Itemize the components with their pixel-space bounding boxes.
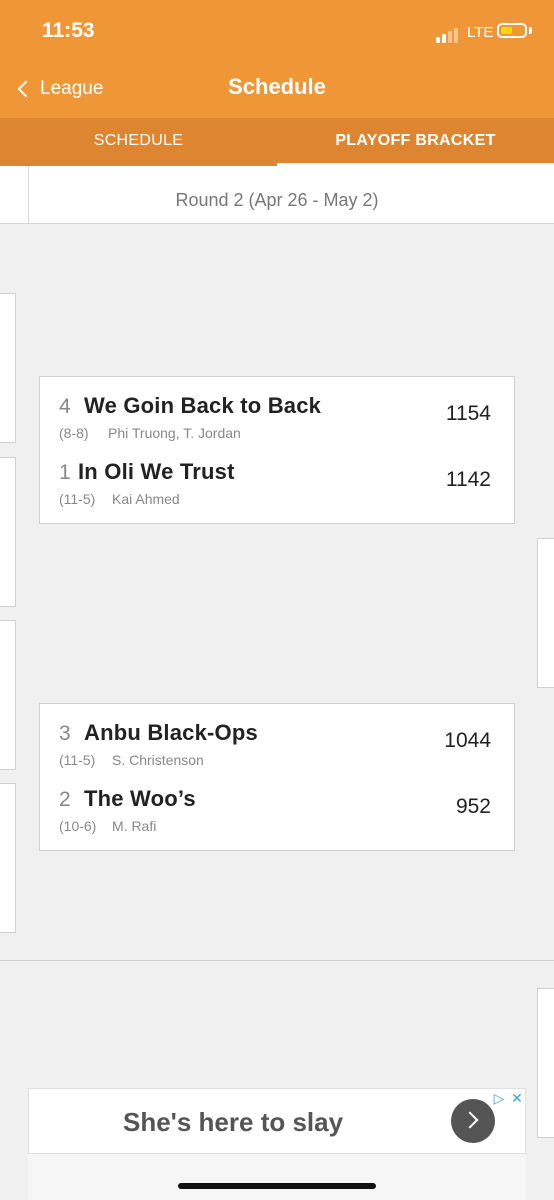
ad-banner[interactable]: She's here to slay: [28, 1088, 526, 1154]
tab-bar: SCHEDULE PLAYOFF BRACKET: [0, 118, 554, 166]
team-owner: Phi Truong, T. Jordan: [108, 425, 241, 441]
team-seed: 1: [59, 461, 71, 484]
team-seed: 3: [59, 722, 71, 745]
ad-text: She's here to slay: [123, 1107, 344, 1137]
team-score: 1044: [444, 729, 491, 752]
team-name: Anbu Black-Ops: [84, 720, 258, 745]
team-score: 952: [455, 795, 491, 818]
header-divider: [0, 223, 554, 224]
team-row: 2 The Woo’s (10-6) M. Rafi 952: [40, 786, 514, 852]
team-seed: 4: [59, 395, 71, 418]
matchup-card[interactable]: 4 We Goin Back to Back (8-8) Phi Truong,…: [39, 376, 515, 524]
team-record: (11-5): [59, 752, 96, 768]
page-title: Schedule: [228, 74, 326, 99]
matchup-card[interactable]: 3 Anbu Black-Ops (11-5) S. Christenson 1…: [39, 703, 515, 851]
team-name: In Oli We Trust: [78, 459, 235, 484]
next-round-card[interactable]: [537, 988, 554, 1138]
prev-round-card[interactable]: [0, 293, 16, 443]
ad-choices-icon[interactable]: ▷: [490, 1089, 508, 1107]
signal-icon: [436, 25, 464, 43]
round-header[interactable]: Round 2 (Apr 26 - May 2): [28, 166, 526, 223]
section-divider: [0, 960, 554, 961]
team-owner: S. Christenson: [112, 752, 204, 768]
team-name: We Goin Back to Back: [84, 393, 322, 418]
tab-schedule[interactable]: SCHEDULE: [0, 118, 277, 166]
tab-playoff-bracket[interactable]: PLAYOFF BRACKET: [277, 118, 554, 166]
team-score: 1142: [445, 468, 491, 491]
team-owner: Kai Ahmed: [112, 491, 180, 507]
battery-icon: [497, 23, 527, 38]
team-record: (10-6): [59, 818, 97, 834]
team-name: The Woo’s: [84, 786, 196, 811]
next-round-header: [525, 166, 554, 223]
network-label: LTE: [467, 24, 494, 41]
team-record: (8-8): [59, 425, 89, 441]
nav-bar: League Schedule: [0, 62, 554, 118]
ad-choices[interactable]: ▷ ✕: [490, 1089, 528, 1107]
team-seed: 2: [59, 788, 71, 811]
chevron-right-icon: [461, 1111, 479, 1129]
team-row: 4 We Goin Back to Back (8-8) Phi Truong,…: [40, 393, 514, 459]
prev-round-card[interactable]: [0, 620, 16, 770]
prev-round-header: [0, 166, 28, 223]
ad-footer: [28, 1154, 526, 1200]
next-round-card[interactable]: [537, 538, 554, 688]
ad-next-button[interactable]: [451, 1099, 495, 1143]
close-icon[interactable]: ✕: [508, 1089, 526, 1107]
team-row: 1 In Oli We Trust (11-5) Kai Ahmed 1142: [40, 459, 514, 525]
home-indicator[interactable]: [178, 1183, 376, 1189]
team-row: 3 Anbu Black-Ops (11-5) S. Christenson 1…: [40, 720, 514, 786]
team-record: (11-5): [59, 491, 96, 507]
team-owner: M. Rafi: [112, 818, 157, 834]
status-time: 11:53: [42, 19, 95, 42]
prev-round-card[interactable]: [0, 783, 16, 933]
team-score: 1154: [445, 402, 491, 425]
status-bar: 11:53 LTE: [0, 0, 554, 62]
battery-tip: [529, 27, 532, 34]
prev-round-card[interactable]: [0, 457, 16, 607]
